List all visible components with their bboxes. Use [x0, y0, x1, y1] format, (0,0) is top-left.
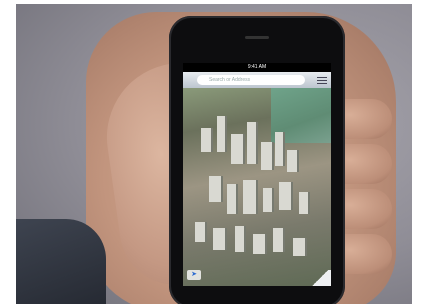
building [201, 128, 213, 152]
smartphone: 9:41 AM Search or Address ➤ [169, 16, 345, 304]
building [293, 238, 307, 256]
building [235, 226, 246, 252]
building [273, 228, 285, 252]
status-bar: 9:41 AM [183, 63, 331, 72]
photo-scene: 9:41 AM Search or Address ➤ [16, 4, 412, 304]
building [275, 132, 285, 166]
building [253, 234, 267, 254]
building [287, 150, 299, 172]
list-icon[interactable] [317, 76, 327, 84]
page-curl-icon[interactable] [309, 270, 331, 286]
building [209, 176, 223, 202]
building [299, 192, 310, 214]
building [195, 222, 207, 242]
building [279, 182, 293, 210]
sleeve [16, 219, 106, 304]
building [227, 184, 238, 214]
building [243, 180, 258, 214]
search-input[interactable]: Search or Address [197, 75, 305, 85]
phone-screen: 9:41 AM Search or Address ➤ [183, 63, 331, 286]
status-time: 9:41 AM [247, 64, 267, 70]
earpiece [245, 36, 269, 39]
building [213, 228, 227, 250]
search-placeholder: Search or Address [209, 77, 251, 83]
location-arrow-icon[interactable]: ➤ [187, 270, 201, 280]
building [261, 142, 274, 170]
building [217, 116, 227, 152]
map-3d-view[interactable]: ➤ [183, 88, 331, 286]
building [263, 188, 274, 212]
building [231, 134, 245, 164]
map-toolbar: Search or Address [183, 72, 331, 88]
building [247, 122, 258, 164]
